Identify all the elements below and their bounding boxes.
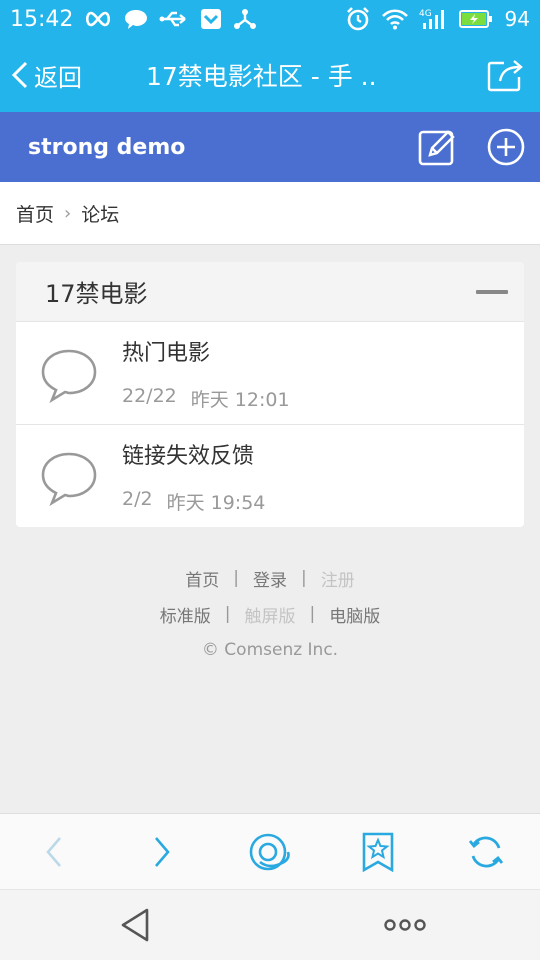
share-icon <box>486 57 524 93</box>
breadcrumb-forum[interactable]: 论坛 <box>81 200 119 227</box>
footer-home-link[interactable]: 首页 <box>185 566 219 591</box>
window-title: 17禁电影社区 - 手 .. <box>146 62 377 91</box>
edit-icon <box>418 130 455 166</box>
section-header: 17禁电影 <box>16 262 524 321</box>
bookmark-star-icon <box>362 832 394 872</box>
footer-separator: | <box>233 568 239 588</box>
forum-item[interactable]: 热门电影 22/22 昨天 12:01 <box>16 321 524 424</box>
browser-forward-button[interactable] <box>132 822 192 882</box>
forum-counts: 22/22 <box>122 384 177 407</box>
forum-meta: 2/2 昨天 19:54 <box>122 488 265 515</box>
forum-header: strong demo <box>0 112 540 182</box>
share-button[interactable] <box>470 57 540 93</box>
speech-bubble-icon <box>16 342 122 404</box>
forum-name: 热门电影 <box>122 340 211 366</box>
status-right: 4G 94 <box>345 6 530 32</box>
footer-desktop-link[interactable]: 电脑版 <box>329 602 380 627</box>
footer-login-link[interactable]: 登录 <box>253 566 287 591</box>
network-type: 4G <box>419 9 432 19</box>
triangle-back-icon <box>121 908 149 942</box>
new-post-button[interactable] <box>418 127 458 167</box>
forum-name: 链接失效反馈 <box>122 443 255 469</box>
breadcrumb-separator: › <box>64 202 72 224</box>
browser-home-icon <box>249 833 290 870</box>
copyright: © Comsenz Inc. <box>201 640 339 660</box>
infinity-icon <box>83 10 113 28</box>
footer-separator: | <box>309 604 316 624</box>
browser-back-button[interactable] <box>24 822 84 882</box>
forum-last-post: 昨天 12:01 <box>190 388 290 411</box>
header-actions <box>418 127 526 167</box>
footer-touch-link[interactable]: 触屏版 <box>245 602 296 627</box>
footer-standard-link[interactable]: 标准版 <box>160 602 211 627</box>
footer-links-primary: 首页 | 登录 | 注册 <box>0 560 540 596</box>
back-button[interactable]: 返回 <box>0 58 130 93</box>
share-network-icon <box>233 7 257 31</box>
footer-separator: | <box>301 568 307 588</box>
system-back-button[interactable] <box>95 895 175 955</box>
more-dots-icon <box>384 919 426 931</box>
chevron-left-icon <box>10 60 30 90</box>
forum-info: 热门电影 22/22 昨天 12:01 <box>122 335 290 412</box>
site-name[interactable]: strong demo <box>28 135 185 160</box>
browser-toolbar <box>0 813 540 889</box>
breadcrumb: 首页 › 论坛 <box>0 182 540 245</box>
refresh-button[interactable] <box>456 822 516 882</box>
alarm-icon <box>345 6 371 32</box>
forum-section: 17禁电影 热门电影 22/22 昨天 12:01 链接失效反馈 2/2 昨天 … <box>16 262 524 527</box>
breadcrumb-home[interactable]: 首页 <box>16 200 54 227</box>
status-time: 15:42 <box>10 6 74 32</box>
usb-icon <box>159 9 189 29</box>
system-menu-button[interactable] <box>365 895 445 955</box>
collapse-button[interactable] <box>476 289 508 294</box>
status-bar: 15:42 4G 94 <box>0 0 540 38</box>
signal-icon: 4G <box>419 7 449 31</box>
forum-item[interactable]: 链接失效反馈 2/2 昨天 19:54 <box>16 424 524 527</box>
add-button[interactable] <box>486 127 526 167</box>
footer: 首页 | 登录 | 注册 标准版 | 触屏版 | 电脑版 © Comsenz I… <box>0 560 540 668</box>
forum-info: 链接失效反馈 2/2 昨天 19:54 <box>122 438 265 515</box>
status-left: 15:42 <box>10 7 257 32</box>
chat-bubble-icon <box>123 8 149 30</box>
forum-counts: 2/2 <box>122 487 153 510</box>
footer-separator: | <box>224 604 231 624</box>
footer-links-versions: 标准版 | 触屏版 | 电脑版 <box>0 596 540 632</box>
back-label: 返回 <box>34 63 82 92</box>
battery-level: 94 <box>504 7 530 31</box>
forum-meta: 22/22 昨天 12:01 <box>122 385 290 412</box>
shield-icon <box>199 7 223 31</box>
wifi-icon <box>381 8 409 30</box>
battery-charging-icon <box>458 9 493 29</box>
chevron-left-icon <box>46 836 61 867</box>
speech-bubble-icon <box>16 445 122 507</box>
chevron-right-icon <box>155 836 170 867</box>
bookmark-button[interactable] <box>348 822 408 882</box>
system-nav-bar <box>0 889 540 960</box>
plus-circle-icon <box>487 128 525 166</box>
forum-last-post: 昨天 19:54 <box>166 491 266 514</box>
browser-home-button[interactable] <box>240 822 300 882</box>
refresh-icon <box>468 836 504 867</box>
title-bar: 返回 17禁电影社区 - 手 .. <box>0 38 540 112</box>
section-title: 17禁电影 <box>45 280 148 308</box>
footer-register-link[interactable]: 注册 <box>321 566 355 591</box>
